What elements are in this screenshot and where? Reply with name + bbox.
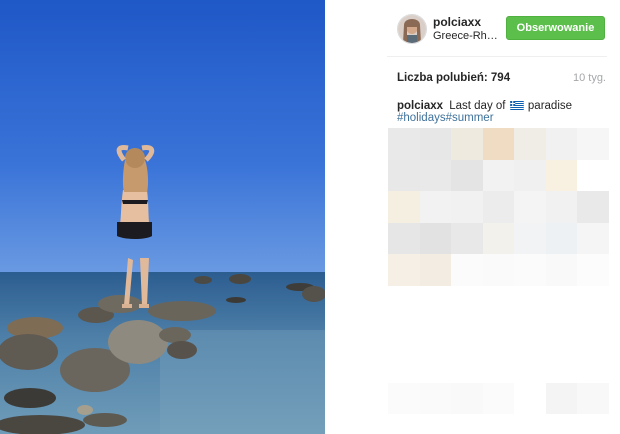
post-photo[interactable] — [0, 0, 325, 434]
greece-flag-icon — [509, 101, 524, 110]
placeholder-tile — [419, 191, 451, 223]
caption-text-after: paradise — [527, 100, 573, 112]
placeholder-tile — [577, 222, 609, 254]
placeholder-tile — [514, 128, 546, 160]
placeholder-tile — [514, 254, 546, 286]
post-username[interactable]: polciaxx — [433, 15, 481, 29]
post-caption: polciaxx Last day of paradise — [397, 99, 607, 113]
placeholder-tile — [482, 222, 514, 254]
placeholder-tile — [388, 222, 420, 254]
placeholder-tile — [419, 128, 451, 160]
placeholder-tile — [451, 222, 483, 254]
follow-button[interactable]: Obserwowanie — [506, 16, 605, 40]
placeholder-tile — [451, 128, 483, 160]
placeholder-tile — [388, 191, 420, 223]
placeholder-tile — [419, 254, 451, 286]
placeholder-tile — [451, 191, 483, 223]
placeholder-tile — [482, 191, 514, 223]
placeholder-tile — [577, 128, 609, 160]
placeholder-tile — [388, 254, 420, 286]
placeholder-tile — [419, 159, 451, 191]
placeholder-tile — [577, 254, 609, 286]
placeholder-tile — [514, 383, 546, 414]
placeholder-tile — [482, 128, 514, 160]
placeholder-tile — [388, 159, 420, 191]
comment-input-placeholder — [388, 383, 609, 414]
beach-photo — [0, 0, 325, 434]
placeholder-tile — [577, 191, 609, 223]
caption-username[interactable]: polciaxx — [397, 100, 443, 112]
placeholder-tile — [388, 383, 420, 414]
placeholder-tile — [451, 159, 483, 191]
placeholder-tile — [577, 159, 609, 191]
placeholder-tile — [451, 254, 483, 286]
profile-picture — [398, 15, 426, 43]
header-divider — [387, 56, 607, 57]
post-details-panel: polciaxx Greece-Rh… Obserwowanie Liczba … — [325, 0, 620, 434]
placeholder-tile — [545, 128, 577, 160]
placeholder-tile — [419, 222, 451, 254]
post-location[interactable]: Greece-Rh… — [433, 30, 498, 42]
caption-hashtags: #holidays#summer — [397, 112, 494, 124]
placeholder-tile — [545, 383, 577, 414]
placeholder-tile — [545, 222, 577, 254]
caption-text-before: Last day of — [449, 100, 506, 112]
likes-count[interactable]: Liczba polubień: 794 — [397, 72, 510, 84]
hashtag-holidays[interactable]: #holidays — [397, 112, 446, 124]
placeholder-tile — [514, 159, 546, 191]
placeholder-tile — [451, 383, 483, 414]
placeholder-tile — [388, 128, 420, 160]
avatar[interactable] — [397, 14, 427, 44]
hashtag-summer[interactable]: #summer — [446, 112, 494, 124]
comments-placeholder — [388, 128, 609, 286]
placeholder-tile — [482, 254, 514, 286]
post-time[interactable]: 10 tyg. — [573, 72, 606, 84]
placeholder-tile — [482, 383, 514, 414]
placeholder-tile — [545, 254, 577, 286]
placeholder-tile — [482, 159, 514, 191]
placeholder-tile — [514, 222, 546, 254]
placeholder-tile — [419, 383, 451, 414]
placeholder-tile — [545, 191, 577, 223]
placeholder-tile — [545, 159, 577, 191]
placeholder-tile — [577, 383, 609, 414]
placeholder-tile — [514, 191, 546, 223]
